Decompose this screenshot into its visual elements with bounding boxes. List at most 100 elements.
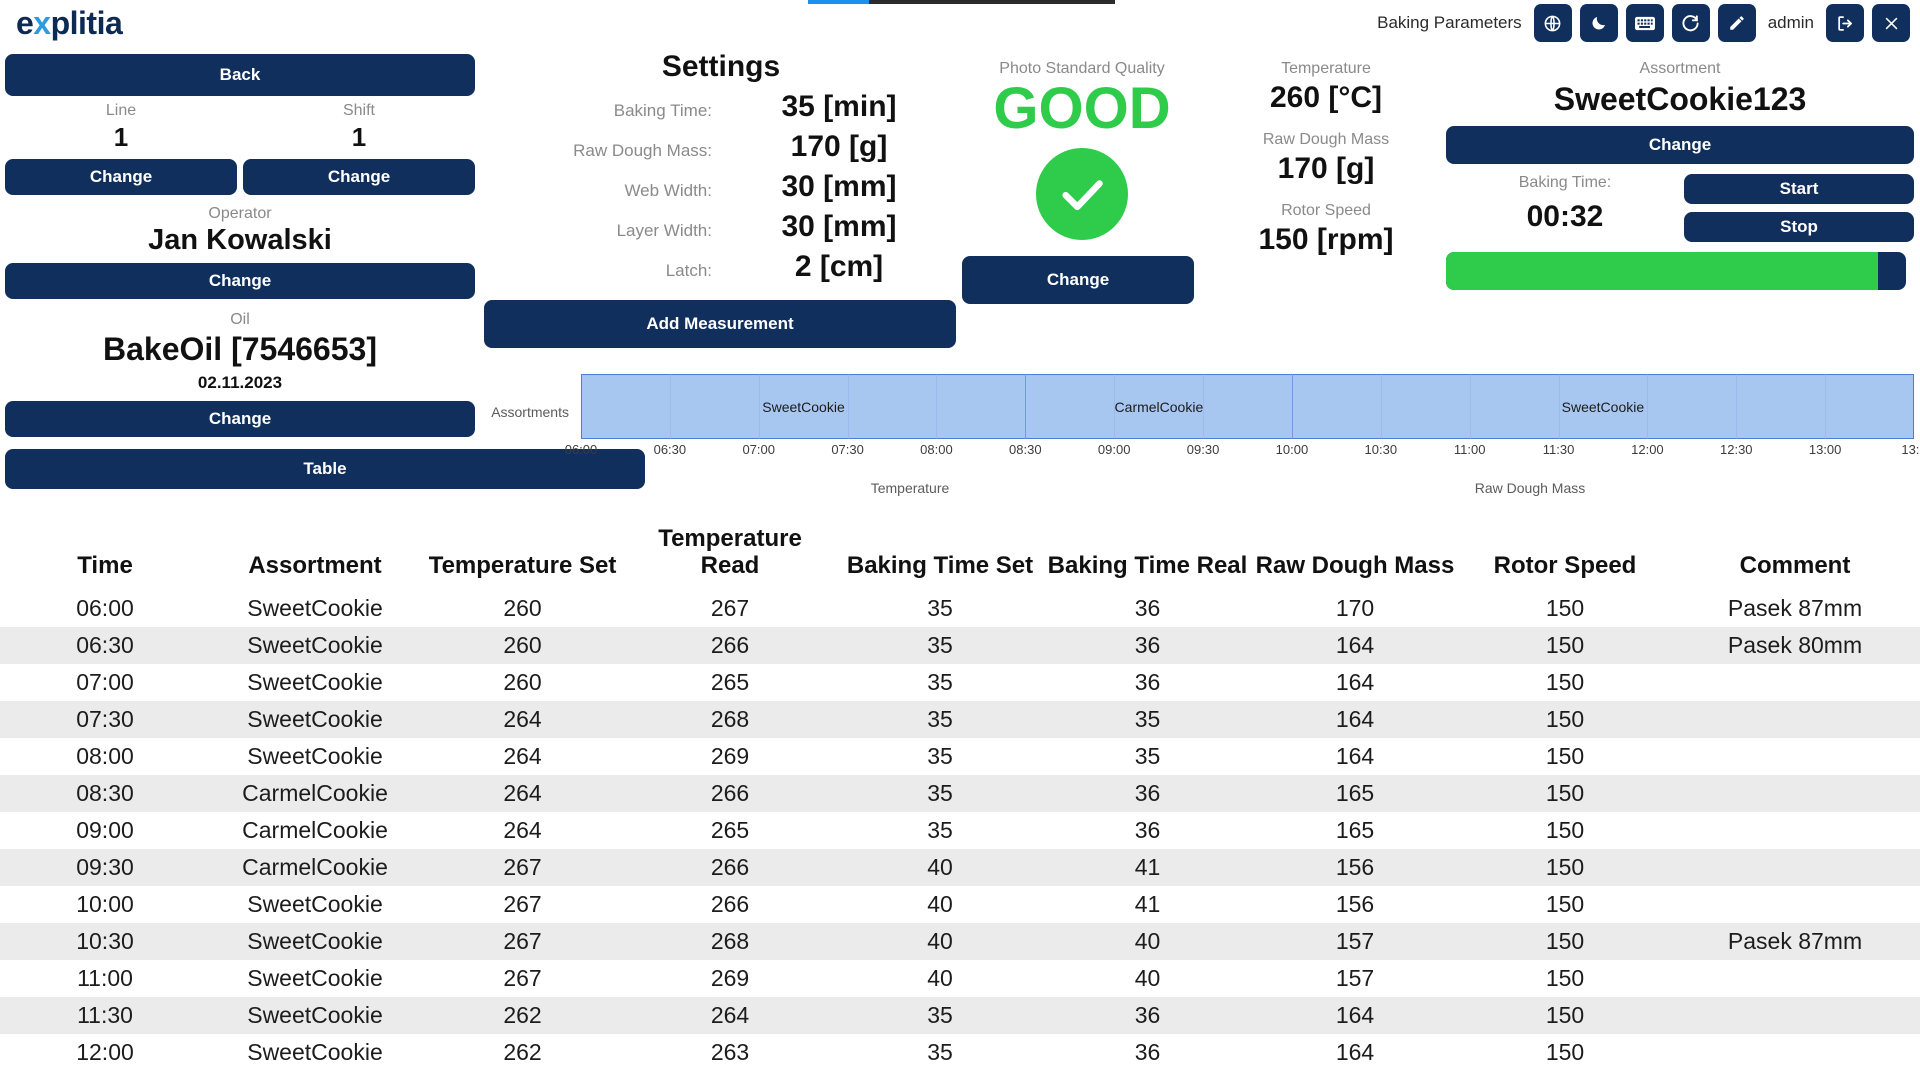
shift-change-button[interactable]: Change (243, 159, 475, 195)
table-cell-rotor-speed: 150 (1545, 779, 1585, 806)
table-row[interactable]: 08:30 CarmelCookie 264 266 35 36 165 150 (0, 774, 1920, 812)
table-cell-time: 08:30 (76, 779, 134, 806)
table-row[interactable]: 11:30 SweetCookie 262 264 35 36 164 150 (0, 996, 1920, 1034)
table-cell-baking-time-real: 41 (1134, 890, 1161, 917)
back-button[interactable]: Back (5, 54, 475, 96)
gantt-bar[interactable]: SweetCookie (581, 374, 1026, 439)
axis-tick-label: 06:00 (564, 442, 598, 457)
table-cell-temperature-set: 264 (503, 816, 542, 843)
table-cell-temperature-set: 267 (503, 927, 542, 954)
column-header-assortment[interactable]: Assortment (210, 520, 420, 590)
table-cell-baking-time-set: 35 (927, 594, 953, 621)
close-icon[interactable] (1872, 4, 1910, 42)
table-cell-time: 10:30 (76, 927, 134, 954)
column-header-temperature-read[interactable]: Temperature Read (625, 520, 835, 590)
table-cell-temperature-set: 260 (503, 594, 542, 621)
table-row[interactable]: 06:30 SweetCookie 260 266 35 36 164 150 Pasek 80… (0, 626, 1920, 664)
table-row[interactable]: 10:00 SweetCookie 267 266 40 41 156 150 (0, 886, 1920, 923)
add-measurement-button[interactable]: Add Measurement (484, 300, 956, 348)
table-cell-time: 11:30 (77, 1001, 133, 1028)
settings-panel: Settings Baking Time: 35 [min] Raw Dough… (484, 50, 958, 348)
column-header-time[interactable]: Time (0, 520, 210, 590)
shift-value: 1 (351, 122, 367, 152)
axis-tick-label: 09:00 (1097, 442, 1131, 457)
table-cell-temperature-read: 267 (710, 594, 750, 621)
table-cell-comment (1670, 1034, 1920, 1071)
table-row[interactable]: 09:30 CarmelCookie 267 266 40 41 156 150 (0, 848, 1920, 886)
table-cell-baking-time-set: 35 (927, 1001, 953, 1028)
gantt-bar-label: SweetCookie (762, 398, 845, 415)
logout-icon[interactable] (1826, 4, 1864, 42)
table-cell-baking-time-real: 36 (1134, 1001, 1161, 1028)
table-cell-assortment: SweetCookie (247, 668, 383, 695)
refresh-icon[interactable] (1671, 4, 1710, 42)
table-row[interactable]: 09:00 CarmelCookie 264 265 35 36 165 150 (0, 812, 1920, 849)
table-row[interactable]: 12:00 SweetCookie 262 263 35 36 164 150 (0, 1034, 1920, 1071)
column-header-baking-time-set[interactable]: Baking Time Set (835, 520, 1045, 590)
setting-value: 30 [mm] (781, 210, 897, 243)
axis-tick-label: 12:00 (1631, 442, 1664, 457)
table-cell-temperature-read: 269 (710, 742, 750, 769)
settings-title: Settings (661, 50, 781, 83)
logo-prefix: e (16, 5, 34, 41)
rotor-speed-value: 150 [rpm] (1258, 223, 1394, 256)
column-header-raw-dough-mass[interactable]: Raw Dough Mass (1250, 520, 1460, 590)
table-cell-rotor-speed: 150 (1545, 816, 1585, 843)
table-row[interactable]: 07:30 SweetCookie 264 268 35 35 164 150 (0, 700, 1920, 738)
column-header-label: Assortment (248, 551, 382, 579)
column-header-rotor-speed[interactable]: Rotor Speed (1460, 520, 1670, 590)
start-button[interactable]: Start (1684, 174, 1914, 204)
setting-value: 2 [cm] (794, 250, 884, 283)
globe-icon[interactable] (1533, 4, 1572, 42)
column-header-baking-time-real[interactable]: Baking Time Real (1045, 520, 1250, 590)
axis-tick-label: 07:30 (831, 442, 864, 457)
table-row[interactable]: 07:00 SweetCookie 260 265 35 36 164 150 (0, 664, 1920, 701)
column-header-comment[interactable]: Comment (1670, 520, 1920, 590)
operator-change-button[interactable]: Change (5, 263, 475, 299)
table-cell-rotor-speed: 150 (1545, 890, 1585, 917)
oil-change-button[interactable]: Change (5, 401, 475, 437)
table-header-row: Time Assortment Temperature Set Temperat… (0, 520, 1920, 590)
setting-row: Raw Dough Mass: 170 [g] (484, 130, 958, 164)
assortment-change-button[interactable]: Change (1446, 126, 1914, 164)
left-control-panel: Back Line 1 Change Shift 1 Change Operat… (5, 54, 645, 489)
table-cell-baking-time-real: 36 (1134, 816, 1161, 843)
gantt-bar[interactable]: CarmelCookie (1026, 374, 1293, 439)
status-badge: GOOD (993, 76, 1171, 141)
table-cell-baking-time-real: 36 (1134, 594, 1161, 621)
table-row[interactable]: 11:00 SweetCookie 267 269 40 40 157 150 (0, 960, 1920, 997)
moon-icon[interactable] (1579, 4, 1618, 42)
table-cell-assortment: SweetCookie (247, 964, 383, 991)
table-cell-comment (1670, 849, 1920, 886)
table-cell-temperature-set: 264 (503, 705, 542, 732)
shift-label: Shift (342, 102, 375, 119)
stop-button[interactable]: Stop (1684, 212, 1914, 242)
quality-change-button[interactable]: Change (962, 256, 1194, 304)
table-cell-time: 06:00 (76, 594, 134, 621)
table-row[interactable]: 10:30 SweetCookie 267 268 40 40 157 150 Pasek 87… (0, 922, 1920, 960)
axis-tick-label: 11:30 (1542, 442, 1575, 457)
table-row[interactable]: 08:00 SweetCookie 264 269 35 35 164 150 (0, 738, 1920, 775)
line-change-button[interactable]: Change (5, 159, 237, 195)
column-header-temperature-set[interactable]: Temperature Set (420, 520, 625, 590)
check-circle-icon (1036, 148, 1128, 240)
table-cell-baking-time-real: 35 (1134, 742, 1161, 769)
table-cell-assortment: SweetCookie (247, 1001, 383, 1028)
table-cell-baking-time-set: 40 (927, 853, 953, 880)
table-row[interactable]: 06:00 SweetCookie 260 267 35 36 170 150 Pasek 87… (0, 590, 1920, 627)
timeline-row-label: Assortments (491, 404, 569, 420)
table-cell-baking-time-set: 40 (927, 890, 953, 917)
table-cell-comment (1670, 960, 1920, 997)
setting-label: Raw Dough Mass: (573, 141, 712, 160)
table-cell-rotor-speed: 150 (1545, 1038, 1585, 1065)
column-header-label: Time (77, 551, 133, 579)
table-cell-time: 12:00 (76, 1038, 134, 1065)
table-cell-comment (1670, 738, 1920, 775)
keyboard-icon[interactable] (1625, 4, 1664, 42)
pencil-icon[interactable] (1717, 4, 1756, 42)
gantt-bar[interactable]: SweetCookie (1292, 374, 1914, 439)
table-cell-assortment: CarmelCookie (242, 853, 388, 880)
table-cell-baking-time-real: 36 (1134, 668, 1161, 695)
table-cell-raw-dough-mass: 164 (1335, 742, 1375, 769)
table-cell-raw-dough-mass: 157 (1335, 964, 1375, 991)
